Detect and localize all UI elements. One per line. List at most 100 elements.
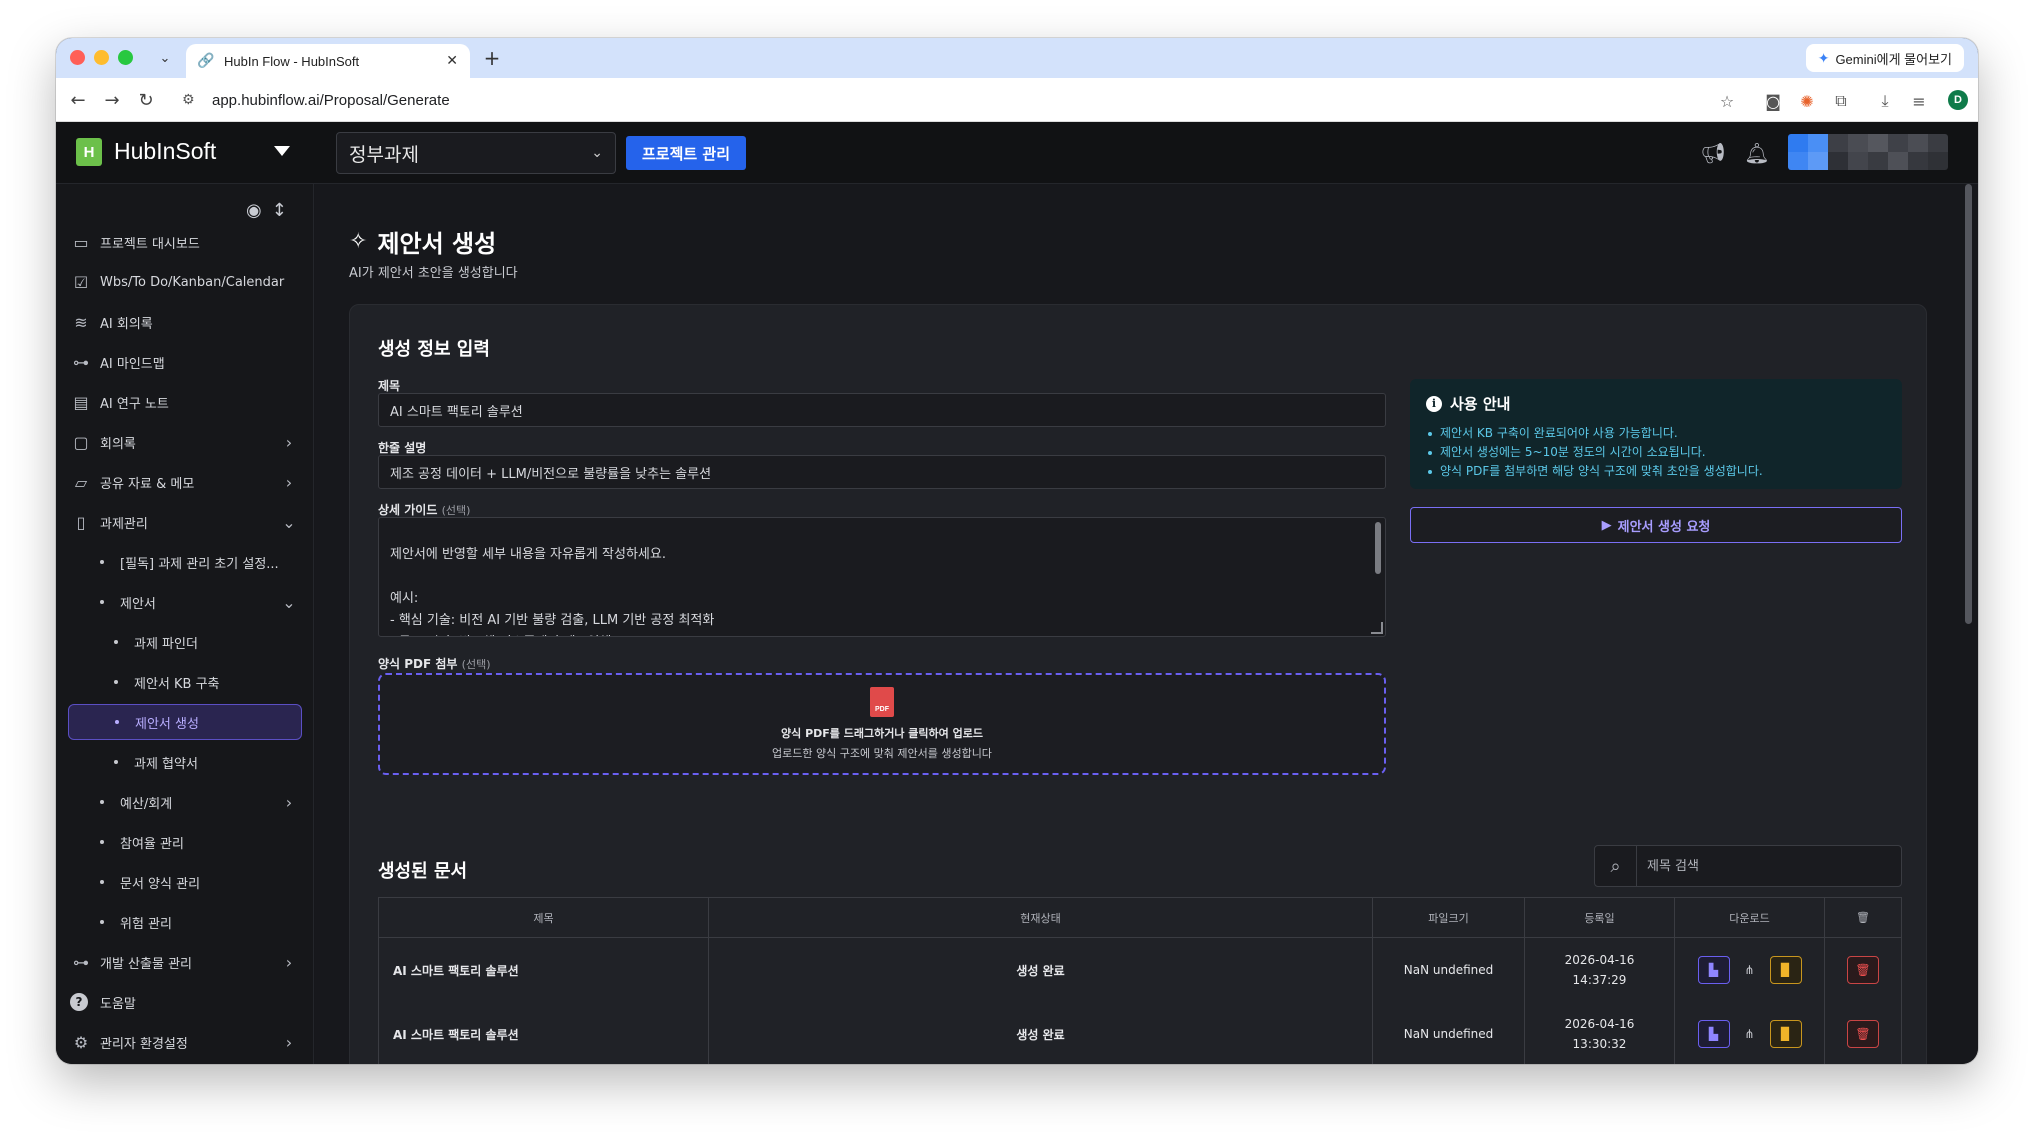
guide-textarea[interactable]: 제안서에 반영할 세부 내용을 자유롭게 작성하세요. 예시: - 핵심 기술:… (378, 517, 1386, 637)
delete-trash-icon[interactable]: 🗑︎ (1847, 956, 1879, 984)
download-pdf-icon[interactable]: ▉ (1769, 956, 1802, 984)
download-pdf-icon[interactable]: ▉ (1769, 1020, 1802, 1048)
tab-search-chevron-icon[interactable]: ⌄ (152, 46, 178, 70)
sidebar-item-label: 공유 자료 & 메모 (100, 476, 195, 492)
org-caret-down-icon[interactable] (274, 146, 290, 156)
row-delete: 🗑︎ (1825, 1002, 1901, 1064)
sidebar-item-label: 과제관리 (100, 516, 148, 532)
textarea-scrollbar[interactable] (1375, 522, 1381, 574)
sidebar-item-dashboard[interactable]: ▭ 프로젝트 대시보드 (70, 224, 300, 260)
sidebar-sub-risk[interactable]: 위험 관리 (100, 904, 300, 940)
sidebar-item-shared-files[interactable]: ▱ 공유 자료 & 메모 › (70, 464, 300, 500)
sidebar-item-help[interactable]: ? 도움말 (70, 984, 300, 1020)
sidebar-item-admin-settings[interactable]: ⚙ 관리자 환경설정 › (70, 1024, 300, 1060)
chevron-down-icon: ⌄ (282, 512, 296, 532)
share-nodes-icon[interactable]: ⋔ (1738, 956, 1762, 984)
textarea-resize-handle[interactable] (1371, 622, 1383, 634)
checkbox-icon: ☑ (73, 272, 89, 292)
back-arrow-icon[interactable]: ← (66, 88, 90, 112)
sidebar-sub-label: 과제 협약서 (134, 756, 198, 772)
reading-list-icon[interactable]: ≡ (1908, 90, 1930, 112)
download-word-icon[interactable]: ▙ (1697, 956, 1730, 984)
profile-avatar[interactable]: D (1948, 90, 1968, 110)
url-field[interactable]: ⚙ app.hubinflow.ai/Proposal/Generate (182, 84, 1742, 116)
row-size: NaN undefined (1373, 1002, 1525, 1064)
share-nodes-icon[interactable]: ⋔ (1738, 1020, 1762, 1048)
chevron-right-icon: › (285, 432, 293, 452)
dropzone-main-text: 양식 PDF를 드래그하거나 클릭하여 업로드 (781, 727, 983, 740)
sidebar-item-label: 회의록 (100, 436, 136, 452)
col-status: 현재상태 (709, 898, 1373, 938)
chevron-down-icon: ⌄ (282, 592, 296, 612)
sidebar-sub-proposal-kb[interactable]: 제안서 KB 구축 (114, 664, 300, 700)
new-tab-plus-icon[interactable]: + (480, 46, 504, 70)
search-icon: ⌕ (1595, 846, 1637, 886)
target-icon[interactable]: ◉ (246, 200, 262, 221)
camera-icon[interactable]: ◙ (1762, 90, 1784, 112)
extensions-puzzle-icon[interactable]: ⧉ (1830, 90, 1852, 112)
sidebar-sub-label: 과제 파인더 (134, 636, 198, 652)
sidebar-item-wbs[interactable]: ☑ Wbs/To Do/Kanban/Calendar (70, 264, 300, 300)
sidebar-sub-initial-setup[interactable]: [필독] 과제 관리 초기 설정... (100, 544, 300, 580)
main-scrollbar[interactable] (1962, 184, 1978, 1064)
window-zoom-button[interactable] (118, 50, 133, 65)
table-row[interactable]: AI 스마트 팩토리 솔루션 생성 완료 NaN undefined 2026-… (379, 938, 1901, 1002)
pdf-dropzone[interactable]: PDF 양식 PDF를 드래그하거나 클릭하여 업로드 업로드한 양식 구조에 … (378, 673, 1386, 775)
row-date-time: 14:37:29 (1572, 973, 1627, 987)
gemini-sparkle-icon: ✦ (1817, 49, 1830, 66)
sidebar-item-project-management[interactable]: ▯ 과제관리 ⌄ (70, 504, 300, 540)
title-input[interactable]: AI 스마트 팩토리 솔루션 (378, 393, 1386, 427)
bullet-dot (114, 680, 118, 684)
bell-icon[interactable]: 🔔︎ (1744, 140, 1770, 166)
sidebar-item-ai-mindmap[interactable]: ⊶ AI 마인드맵 (70, 344, 300, 380)
page-subtitle: AI가 제안서 초안을 생성합니다 (349, 266, 518, 281)
bookmark-star-icon[interactable]: ☆ (1716, 90, 1738, 112)
sidebar-sub-agreement[interactable]: 과제 협약서 (114, 744, 300, 780)
browser-tab-active[interactable]: 🔗 HubIn Flow - HubInSoft ✕ (186, 44, 470, 78)
delete-trash-icon[interactable]: 🗑︎ (1847, 1020, 1879, 1048)
table-row[interactable]: AI 스마트 팩토리 솔루션 생성 완료 NaN undefined 2026-… (379, 1002, 1901, 1064)
user-avatar-blurred[interactable] (1788, 134, 1948, 170)
megaphone-icon[interactable]: 📢︎ (1700, 140, 1726, 166)
bullet-dot (100, 920, 104, 924)
tab-close-icon[interactable]: ✕ (446, 53, 458, 69)
row-date: 2026-04-16 13:30:32 (1525, 1002, 1675, 1064)
sidebar-sub-label: 참여율 관리 (120, 836, 184, 852)
chevron-down-icon: ⌄ (591, 145, 603, 161)
sidebar-sub-budget[interactable]: 예산/회계 › (100, 784, 300, 820)
forward-arrow-icon[interactable]: → (100, 88, 124, 112)
window-minimize-button[interactable] (94, 50, 109, 65)
gemini-ask-button[interactable]: ✦ Gemini에게 물어보기 (1805, 44, 1964, 72)
sidebar-sub-proposal[interactable]: 제안서 ⌄ (100, 584, 300, 620)
sidebar-sub-doc-templates[interactable]: 문서 양식 관리 (100, 864, 300, 900)
document-search-input[interactable] (1637, 858, 1901, 874)
generate-request-button[interactable]: ▶ 제안서 생성 요청 (1410, 507, 1902, 543)
window-close-button[interactable] (70, 50, 85, 65)
notebook-icon: ▤ (73, 392, 89, 412)
sidebar-sub-project-finder[interactable]: 과제 파인더 (114, 624, 300, 660)
table-header-row: 제목 현재상태 파일크기 등록일 다운로드 🗑︎ (379, 898, 1901, 938)
sidebar-item-ai-research-note[interactable]: ▤ AI 연구 노트 (70, 384, 300, 420)
project-select[interactable]: 정부과제 ⌄ (336, 132, 616, 174)
reload-icon[interactable]: ↻ (134, 88, 158, 112)
usage-guide-item: 제안서 생성에는 5~10분 정도의 시간이 소요됩니다. (1426, 443, 1886, 462)
col-delete: 🗑︎ (1825, 898, 1901, 938)
site-settings-icon[interactable]: ⚙ (182, 92, 202, 108)
document-search[interactable]: ⌕ (1594, 845, 1902, 887)
summary-input[interactable]: 제조 공정 데이터 + LLM/비전으로 불량률을 낮추는 솔루션 (378, 455, 1386, 489)
bullet-dot (100, 560, 104, 564)
chevron-right-icon: › (285, 1032, 293, 1052)
sidebar-item-minutes[interactable]: ▢ 회의록 › (70, 424, 300, 460)
download-icon[interactable]: ⤓ (1874, 90, 1896, 112)
sidebar-sub-proposal-generate[interactable]: 제안서 생성 (68, 704, 302, 740)
download-word-icon[interactable]: ▙ (1697, 1020, 1730, 1048)
sidebar-item-label: 도움말 (100, 996, 136, 1012)
extension-sparkle-icon[interactable]: ✺ (1796, 90, 1818, 112)
sidebar-item-ai-minutes[interactable]: ≋ AI 회의록 (70, 304, 300, 340)
sidebar-sub-participation[interactable]: 참여율 관리 (100, 824, 300, 860)
collapse-expand-icon[interactable]: ↕ (272, 200, 287, 221)
sidebar-item-dev-outputs[interactable]: ⊶ 개발 산출물 관리 › (70, 944, 300, 980)
project-manage-button[interactable]: 프로젝트 관리 (626, 136, 746, 170)
hierarchy-icon: ⊶ (73, 352, 89, 372)
main-scrollbar-thumb[interactable] (1965, 184, 1972, 624)
